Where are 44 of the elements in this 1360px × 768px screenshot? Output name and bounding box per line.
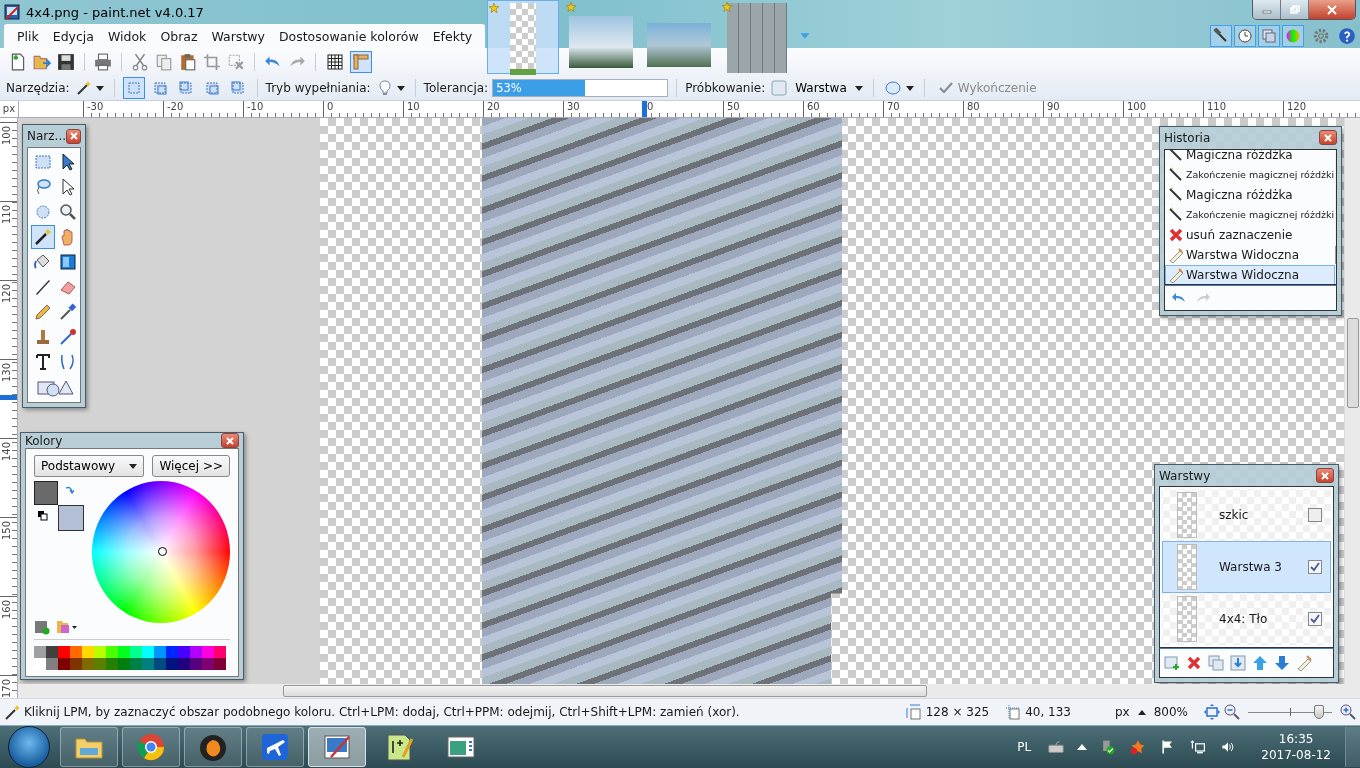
- menu-item[interactable]: Widok: [101, 28, 154, 44]
- vertical-ruler: 100 110 120 130 140 150 160 170: [0, 118, 18, 698]
- layer-row[interactable]: 4x4: Tło: [1162, 593, 1331, 645]
- layer-row[interactable]: Warstwa 3: [1162, 541, 1331, 593]
- clock-time: 16:35: [1278, 731, 1314, 747]
- sampling-dropdown[interactable]: Warstwa: [769, 80, 865, 96]
- layer-name: 4x4: Tło: [1219, 612, 1269, 626]
- sampling-label: Próbkowanie:: [685, 81, 766, 95]
- clock[interactable]: 16:35 2017-08-12: [1261, 731, 1331, 763]
- fill-mode-label: Tryb wypełniania:: [265, 81, 371, 95]
- palette-dropdown[interactable]: Podstawowy: [34, 455, 144, 477]
- history-item[interactable]: Magiczna różdżka: [1165, 184, 1336, 205]
- colors-window-title: Kolory: [25, 433, 63, 448]
- keyboard-language[interactable]: PL: [1017, 740, 1032, 754]
- menu-item[interactable]: Obraz: [153, 28, 205, 44]
- menu-item[interactable]: Dostosowanie kolorów: [271, 28, 426, 44]
- history-item[interactable]: Zakończenie magicznej różdżki: [1165, 204, 1336, 225]
- image-size: 128 × 325: [925, 705, 990, 719]
- more-button[interactable]: Więcej >>: [152, 455, 230, 477]
- menu-item[interactable]: Plik: [10, 28, 46, 44]
- menu-item[interactable]: Efekty: [425, 28, 480, 44]
- history-item[interactable]: Zakończenie magicznej różdżki: [1165, 164, 1336, 185]
- clock-date: 2017-08-12: [1261, 747, 1331, 763]
- history-item[interactable]: Warstwa Widoczna: [1165, 244, 1336, 265]
- menu-item[interactable]: Edycja: [45, 28, 101, 44]
- tools-label: Narzędzia:: [6, 81, 70, 95]
- layers-window-title: Warstwy: [1159, 468, 1211, 483]
- unit-selector[interactable]: px: [1114, 705, 1130, 719]
- history-window-title: Historia: [1164, 130, 1211, 145]
- menu-item[interactable]: Warstwy: [204, 28, 272, 44]
- tolerance-reading: 53%: [496, 80, 522, 96]
- tolerance-label: Tolerancja:: [423, 81, 489, 95]
- history-item[interactable]: Warstwa Widoczna: [1165, 264, 1336, 284]
- status-hint: Kliknij LPM, by zaznaczyć obszar podobnego koloru. Ctrl+LPM: dodaj, Ctrl+PPM: odejmij, Ctrl+Shift+LPM: zamień (xor).: [24, 705, 740, 719]
- layer-row[interactable]: szkic: [1162, 489, 1331, 541]
- ruler-unit: px: [0, 101, 19, 117]
- history-item[interactable]: usuń zaznaczenie: [1165, 224, 1336, 245]
- window-title: 4x4.png - paint.net v4.0.17: [26, 4, 204, 20]
- cursor-position: 40, 133: [1025, 705, 1071, 719]
- history-item[interactable]: Magiczna różdżka: [1165, 149, 1336, 165]
- tools-window-title: Narz...: [27, 129, 66, 143]
- layer-name: szkic: [1219, 508, 1250, 522]
- layer-name: Warstwa 3: [1219, 560, 1283, 574]
- zoom-level[interactable]: 800%: [1153, 705, 1188, 719]
